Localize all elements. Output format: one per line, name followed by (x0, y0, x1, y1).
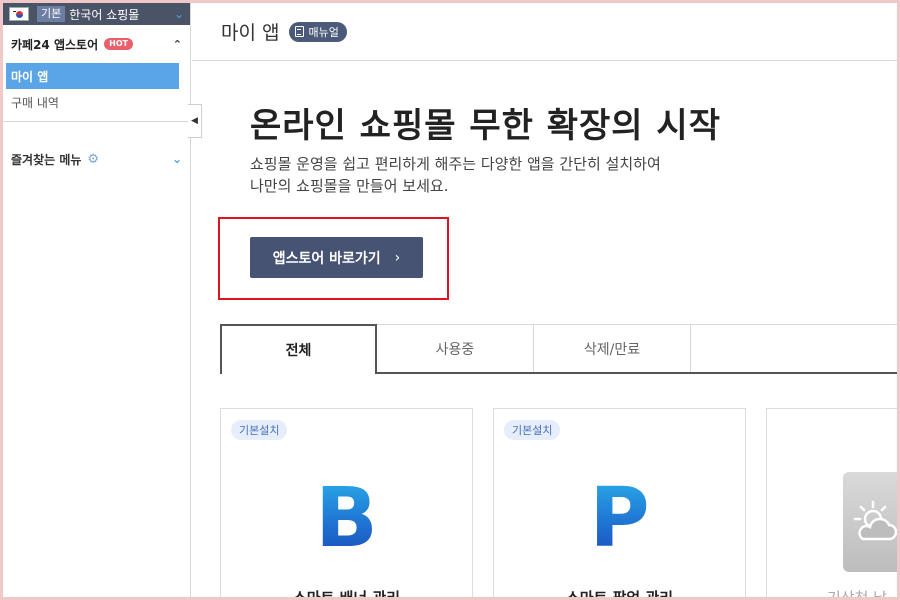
sun-cloud-icon (853, 500, 897, 541)
chevron-right-icon: › (394, 249, 401, 266)
tab-deleted-expired[interactable]: 삭제/만료 (534, 324, 691, 372)
chevron-down-icon[interactable]: ⌄ (172, 152, 182, 166)
appstore-shortcut-button[interactable]: 앱스토어 바로가기 › (250, 237, 423, 278)
shop-type-badge: 기본 (37, 6, 66, 22)
app-card-smart-popup[interactable]: 기본설치 P 스마트 팝업 관리 (493, 408, 746, 600)
triangle-left-icon: ◀ (191, 116, 198, 126)
app-card-title: 스마트 팝업 관리 (565, 589, 674, 600)
sidebar-divider (3, 121, 190, 122)
sidebar-collapse-button[interactable]: ◀ (188, 104, 202, 138)
shop-name: 한국어 쇼핑몰 (69, 7, 140, 22)
default-install-badge: 기본설치 (231, 420, 288, 440)
sidebar-item-purchase-history[interactable]: 구매 내역 (6, 89, 179, 115)
tab-filler (691, 324, 897, 372)
main-content: 마이 앱 매뉴얼 온라인 쇼핑몰 무한 확장의 시작 쇼핑몰 운영을 쉽고 편리… (192, 3, 897, 600)
shop-selector[interactable]: 기본 한국어 쇼핑몰 ⌄ (3, 3, 190, 25)
manual-label: 매뉴얼 (308, 25, 339, 39)
sidebar-item-my-app[interactable]: 마이 앱 (6, 63, 179, 89)
hero-description-line-1: 쇼핑몰 운영을 쉽고 편리하게 해주는 다양한 앱을 간단히 설치하여 (250, 155, 661, 173)
page-header: 마이 앱 매뉴얼 (192, 3, 897, 61)
smart-banner-logo-icon: B (221, 478, 472, 560)
hero-description-line-2: 나만의 쇼핑몰을 만들어 보세요. (250, 177, 449, 195)
favorites-title: 즐겨찾는 메뉴 (11, 152, 82, 167)
app-card-smart-banner[interactable]: 기본설치 B 스마트 배너 관리 (220, 408, 473, 600)
manual-button[interactable]: 매뉴얼 (289, 21, 347, 42)
weather-app-icon (843, 472, 897, 572)
appstore-section-header[interactable]: 카페24 앱스토어 HOT ⌃ (3, 25, 190, 63)
hot-badge: HOT (104, 38, 134, 50)
app-card-list: 기본설치 B 스마트 배너 관리 기본설치 P 스마트 팝업 관리 기상청 날 (220, 408, 897, 600)
hero-description: 쇼핑몰 운영을 쉽고 편리하게 해주는 다양한 앱을 간단히 설치하여 나만의 … (250, 153, 770, 197)
korea-flag-icon (9, 7, 29, 21)
hero-title: 온라인 쇼핑몰 무한 확장의 시작 (250, 106, 721, 146)
chevron-down-icon[interactable]: ⌄ (174, 7, 184, 21)
document-icon (295, 26, 305, 37)
app-card-title: 기상청 날씨 (827, 589, 887, 600)
sidebar: 기본 한국어 쇼핑몰 ⌄ 카페24 앱스토어 HOT ⌃ 마이 앱 구매 내역 … (3, 3, 191, 597)
tab-all[interactable]: 전체 (220, 324, 377, 374)
chevron-up-icon[interactable]: ⌃ (173, 38, 182, 51)
page-title: 마이 앱 (221, 22, 280, 44)
default-install-badge: 기본설치 (504, 420, 561, 440)
app-card-title: 스마트 배너 관리 (292, 589, 401, 600)
app-card-weather[interactable]: 기상청 날씨 (766, 408, 897, 600)
app-filter-tabs: 전체 사용중 삭제/만료 (220, 324, 897, 374)
gear-icon[interactable]: ⚙ (87, 152, 99, 167)
appstore-section-title: 카페24 앱스토어 (11, 37, 99, 52)
tab-in-use[interactable]: 사용중 (377, 324, 534, 372)
appstore-shortcut-label: 앱스토어 바로가기 (272, 250, 381, 267)
smart-popup-logo-icon: P (494, 478, 745, 560)
favorites-header[interactable]: 즐겨찾는 메뉴 ⚙ ⌄ (3, 144, 190, 174)
